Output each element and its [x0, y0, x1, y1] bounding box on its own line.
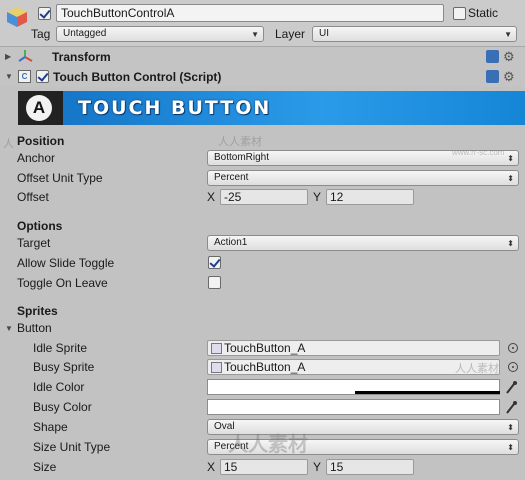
inspector-header: TouchButtonControlA Static Tag Untagged … [0, 0, 525, 47]
foldout-arrow-icon[interactable]: ▼ [5, 72, 13, 81]
sprites-section-header: Sprites [17, 304, 58, 318]
watermark: 人人素材 [218, 136, 262, 148]
banner-letter-badge: A [26, 95, 52, 121]
help-book-icon[interactable] [486, 70, 499, 83]
offset-y-field[interactable]: 12 [326, 189, 414, 205]
help-book-icon[interactable] [486, 50, 499, 63]
transform-axes-icon [18, 49, 33, 64]
watermark: www.rr-sc.com [452, 148, 505, 157]
size-x-label: X [207, 460, 216, 474]
active-checkbox[interactable] [38, 7, 51, 20]
target-value: Action1 [214, 237, 248, 248]
shape-label: Shape [33, 420, 68, 434]
target-dropdown[interactable]: Action1 ⬍ [207, 235, 519, 251]
offset-x-field[interactable]: -25 [220, 189, 308, 205]
busy-color-swatch[interactable] [207, 399, 500, 415]
script-component-header[interactable]: ▼ C Touch Button Control (Script) ⚙ [0, 67, 525, 87]
dropdown-arrow-icon: ▼ [504, 30, 512, 39]
sprite-object-icon [211, 343, 222, 354]
idle-sprite-label: Idle Sprite [33, 341, 88, 355]
layer-dropdown[interactable]: UI ▼ [312, 26, 517, 42]
script-icon: C [18, 70, 31, 83]
object-name-field[interactable]: TouchButtonControlA [56, 4, 444, 22]
dropdown-arrow-icon: ▼ [251, 30, 259, 39]
offset-unit-label: Offset Unit Type [17, 171, 103, 185]
offset-unit-dropdown[interactable]: Percent ⬍ [207, 170, 519, 186]
size-x-field[interactable]: 15 [220, 459, 308, 475]
idle-sprite-field[interactable]: TouchButton_A [207, 340, 500, 356]
busy-sprite-label: Busy Sprite [33, 360, 95, 374]
anchor-value: BottomRight [214, 152, 270, 163]
dropdown-arrows-icon: ⬍ [507, 154, 514, 163]
offset-y-label: Y [313, 190, 322, 204]
idle-sprite-value: TouchButton_A [224, 341, 306, 355]
banner-text: TOUCH BUTTON [78, 97, 272, 119]
button-foldout-arrow-icon[interactable]: ▼ [5, 324, 13, 333]
dropdown-arrows-icon: ⬍ [507, 443, 514, 452]
tag-dropdown[interactable]: Untagged ▼ [56, 26, 264, 42]
gameobject-cube-icon [6, 6, 28, 28]
alpha-bar [355, 391, 500, 394]
watermark: 人 [3, 138, 14, 150]
tag-value: Untagged [63, 28, 107, 39]
busy-sprite-value: TouchButton_A [224, 360, 306, 374]
layer-label: Layer [275, 27, 306, 41]
static-label: Static [468, 6, 499, 20]
gear-icon[interactable]: ⚙ [503, 70, 515, 83]
touch-button-banner: A TOUCH BUTTON [18, 91, 525, 125]
busy-color-label: Busy Color [33, 400, 92, 414]
sprite-object-icon [211, 362, 222, 373]
dropdown-arrows-icon: ⬍ [507, 423, 514, 432]
script-enabled-checkbox[interactable] [36, 70, 49, 83]
object-picker-icon[interactable] [508, 343, 518, 353]
dropdown-arrows-icon: ⬍ [507, 239, 514, 248]
object-picker-icon[interactable] [508, 362, 518, 372]
transform-component-header[interactable]: ▶ Transform ⚙ [0, 47, 525, 67]
banner-letter: A [32, 98, 46, 117]
size-label: Size [33, 460, 57, 474]
watermark: 人人素材 [228, 434, 308, 456]
transform-title: Transform [52, 50, 111, 64]
static-checkbox[interactable] [453, 7, 466, 20]
size-y-field[interactable]: 15 [326, 459, 414, 475]
options-section-header: Options [17, 219, 63, 233]
offset-label: Offset [17, 190, 49, 204]
layer-value: UI [319, 28, 329, 39]
offset-unit-value: Percent [214, 172, 249, 183]
tag-label: Tag [31, 27, 51, 41]
offset-x-label: X [207, 190, 216, 204]
size-y-label: Y [313, 460, 322, 474]
toggle-on-leave-label: Toggle On Leave [17, 276, 108, 290]
eyedropper-icon[interactable] [505, 380, 517, 394]
gear-icon[interactable]: ⚙ [503, 50, 515, 63]
position-section-header: Position [17, 134, 65, 148]
watermark: 人人素材 [455, 363, 499, 375]
idle-color-swatch[interactable] [207, 379, 500, 395]
size-unit-label: Size Unit Type [33, 440, 111, 454]
button-foldout-label[interactable]: Button [17, 321, 52, 335]
idle-color-label: Idle Color [33, 380, 85, 394]
foldout-arrow-icon[interactable]: ▶ [5, 52, 11, 61]
target-label: Target [17, 236, 51, 250]
dropdown-arrows-icon: ⬍ [507, 174, 514, 183]
allow-slide-toggle-checkbox[interactable] [208, 256, 221, 269]
toggle-on-leave-checkbox[interactable] [208, 276, 221, 289]
allow-slide-toggle-label: Allow Slide Toggle [17, 256, 115, 270]
script-title: Touch Button Control (Script) [53, 70, 222, 84]
anchor-label: Anchor [17, 151, 56, 165]
eyedropper-icon[interactable] [505, 400, 517, 414]
